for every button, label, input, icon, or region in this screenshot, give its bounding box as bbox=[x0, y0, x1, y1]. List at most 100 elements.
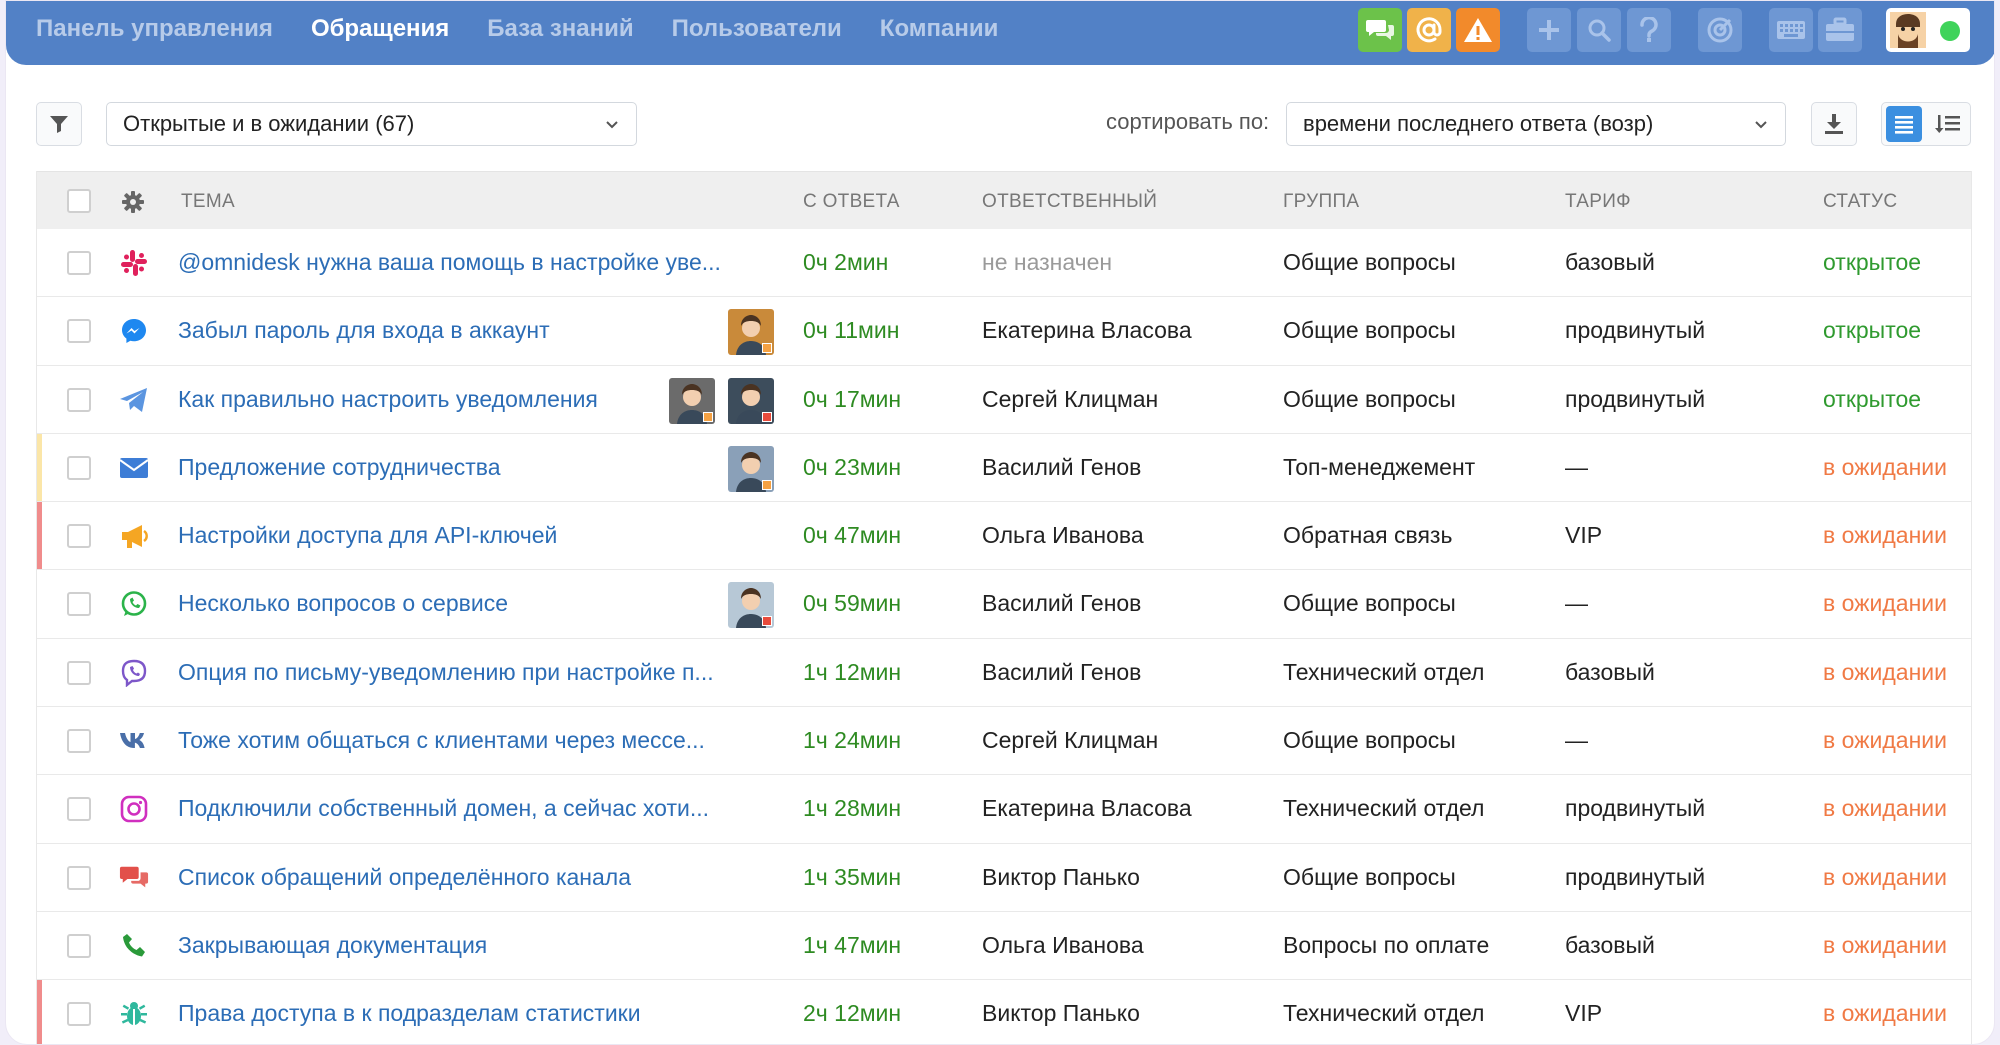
user-menu[interactable] bbox=[1886, 8, 1970, 52]
table-row[interactable]: Опция по письму-уведомлению при настройк… bbox=[37, 638, 1971, 708]
viber-icon bbox=[119, 658, 149, 688]
nav-knowledge-base[interactable]: База знаний bbox=[487, 15, 633, 43]
target-icon[interactable] bbox=[1698, 8, 1742, 52]
group-name: Технический отдел bbox=[1283, 795, 1485, 822]
filter-button[interactable] bbox=[36, 102, 82, 146]
warning-icon[interactable] bbox=[1456, 8, 1500, 52]
ticket-subject-link[interactable]: Тоже хотим общаться с клиентами через ме… bbox=[178, 727, 705, 754]
owner-name: Екатерина Власова bbox=[982, 795, 1192, 822]
row-checkbox[interactable] bbox=[67, 387, 91, 412]
header-subject[interactable]: ТЕМА bbox=[181, 191, 235, 213]
nav-users[interactable]: Пользователи bbox=[672, 15, 842, 43]
row-checkbox[interactable] bbox=[67, 455, 91, 480]
chevron-down-icon bbox=[1755, 121, 1767, 129]
table-row[interactable]: Как правильно настроить уведомления 0ч 17… bbox=[37, 365, 1971, 434]
messenger-icon bbox=[119, 316, 149, 346]
table-header: ТЕМА С ОТВЕТА ОТВЕТСТВЕННЫЙ ГРУППА ТАРИФ… bbox=[37, 171, 1971, 229]
priority-marker bbox=[37, 980, 42, 1044]
status-badge: в ожидании bbox=[1823, 863, 1947, 890]
time-since-reply: 1ч 12мин bbox=[803, 658, 902, 685]
table-row[interactable]: Закрывающая документация 1ч 47мин Ольга Ив… bbox=[37, 911, 1971, 981]
priority-marker bbox=[37, 433, 42, 502]
status-badge: в ожидании bbox=[1823, 590, 1947, 617]
list-view-button[interactable] bbox=[1882, 103, 1926, 145]
owner-name: Василий Генов bbox=[982, 658, 1142, 685]
vk-icon bbox=[119, 726, 149, 756]
chat-icon[interactable] bbox=[1358, 8, 1402, 52]
row-checkbox[interactable] bbox=[67, 592, 91, 617]
briefcase-icon[interactable] bbox=[1818, 8, 1862, 52]
nav-tickets[interactable]: Обращения bbox=[311, 15, 449, 43]
table-row[interactable]: Подключили собственный домен, а сейчас х… bbox=[37, 775, 1971, 844]
ticket-filter-select[interactable]: Открытые и в ожидании (67) bbox=[106, 102, 637, 146]
ticket-subject-link[interactable]: Список обращений определённого канала bbox=[178, 864, 631, 891]
select-all-checkbox[interactable] bbox=[67, 189, 91, 213]
telegram-icon bbox=[119, 385, 149, 415]
table-row[interactable]: Список обращений определённого канала 1ч … bbox=[37, 843, 1971, 912]
ticket-subject-link[interactable]: Настройки доступа для API-ключей bbox=[178, 522, 557, 549]
keyboard-icon[interactable] bbox=[1769, 8, 1813, 52]
row-checkbox[interactable] bbox=[67, 933, 91, 958]
ticket-subject-link[interactable]: Права доступа в к подразделам статистики bbox=[178, 1000, 641, 1027]
group-name: Общие вопросы bbox=[1283, 727, 1456, 754]
view-toggle bbox=[1881, 102, 1971, 146]
tickets-table: ТЕМА С ОТВЕТА ОТВЕТСТВЕННЫЙ ГРУППА ТАРИФ… bbox=[36, 171, 1972, 1044]
table-row[interactable]: Права доступа в к подразделам статистики… bbox=[37, 980, 1971, 1044]
table-row[interactable]: Забыл пароль для входа в аккаунт 0ч 11мин… bbox=[37, 297, 1971, 366]
header-status[interactable]: СТАТУС bbox=[1823, 191, 1897, 213]
row-checkbox[interactable] bbox=[67, 524, 91, 549]
header-owner[interactable]: ОТВЕТСТВЕННЫЙ bbox=[982, 191, 1157, 213]
gear-icon[interactable] bbox=[121, 190, 145, 214]
row-checkbox[interactable] bbox=[67, 319, 91, 344]
table-row[interactable]: @omnidesk нужна ваша помощь в настройке … bbox=[37, 229, 1971, 298]
ticket-subject-link[interactable]: @omnidesk нужна ваша помощь в настройке … bbox=[178, 249, 721, 276]
ticket-subject-link[interactable]: Опция по письму-уведомлению при настройк… bbox=[178, 659, 714, 686]
plus-icon[interactable] bbox=[1527, 8, 1571, 52]
tariff-name: базовый bbox=[1565, 658, 1655, 685]
table-row[interactable]: Предложение сотрудничества 0ч 23мин Васили… bbox=[37, 433, 1971, 503]
owner-name: Екатерина Власова bbox=[982, 317, 1192, 344]
nav-dashboard[interactable]: Панель управления bbox=[36, 15, 273, 43]
ticket-subject-link[interactable]: Предложение сотрудничества bbox=[178, 454, 501, 481]
ticket-subject-link[interactable]: Закрывающая документация bbox=[178, 932, 487, 959]
time-since-reply: 0ч 59мин bbox=[803, 590, 902, 617]
header-since-reply[interactable]: С ОТВЕТА bbox=[803, 191, 900, 213]
nav-companies[interactable]: Компании bbox=[880, 15, 999, 43]
sort-select[interactable]: времени последнего ответа (возр) bbox=[1286, 102, 1786, 146]
time-since-reply: 0ч 17мин bbox=[803, 385, 902, 412]
search-icon[interactable] bbox=[1577, 8, 1621, 52]
phone-icon bbox=[119, 931, 149, 961]
row-checkbox[interactable] bbox=[67, 1002, 91, 1027]
download-button[interactable] bbox=[1811, 102, 1857, 146]
table-row[interactable]: Несколько вопросов о сервисе 0ч 59мин Васи… bbox=[37, 570, 1971, 639]
sort-value: времени последнего ответа (возр) bbox=[1303, 111, 1654, 136]
help-icon[interactable] bbox=[1627, 8, 1671, 52]
participants-avatars bbox=[715, 309, 774, 356]
group-name: Обратная связь bbox=[1283, 522, 1453, 549]
table-row[interactable]: Тоже хотим общаться с клиентами через ме… bbox=[37, 707, 1971, 776]
owner-name: Сергей Клицман bbox=[982, 727, 1159, 754]
header-tariff[interactable]: ТАРИФ bbox=[1565, 191, 1631, 213]
time-since-reply: 0ч 2мин bbox=[803, 249, 889, 275]
header-group[interactable]: ГРУППА bbox=[1283, 191, 1359, 213]
row-checkbox[interactable] bbox=[67, 797, 91, 822]
ticket-subject-link[interactable]: Подключили собственный домен, а сейчас х… bbox=[178, 795, 709, 822]
ticket-subject-link[interactable]: Забыл пароль для входа в аккаунт bbox=[178, 317, 550, 344]
time-since-reply: 0ч 23мин bbox=[803, 453, 902, 480]
row-checkbox[interactable] bbox=[67, 251, 91, 275]
avatar bbox=[728, 582, 774, 629]
top-nav-bar: Панель управления Обращения База знаний … bbox=[6, 1, 1994, 65]
table-body: @omnidesk нужна ваша помощь в настройке … bbox=[37, 229, 1971, 1044]
megaphone-icon bbox=[119, 521, 149, 551]
list-view-icon bbox=[1886, 106, 1922, 142]
compact-view-button[interactable] bbox=[1926, 103, 1970, 145]
row-checkbox[interactable] bbox=[67, 865, 91, 890]
slack-icon bbox=[119, 248, 149, 278]
row-checkbox[interactable] bbox=[67, 729, 91, 754]
table-row[interactable]: Настройки доступа для API-ключей 0ч 47мин… bbox=[37, 502, 1971, 571]
at-icon[interactable] bbox=[1407, 8, 1451, 52]
owner-name: Василий Генов bbox=[982, 453, 1142, 480]
row-checkbox[interactable] bbox=[67, 660, 91, 685]
ticket-subject-link[interactable]: Как правильно настроить уведомления bbox=[178, 386, 598, 413]
ticket-subject-link[interactable]: Несколько вопросов о сервисе bbox=[178, 590, 508, 617]
